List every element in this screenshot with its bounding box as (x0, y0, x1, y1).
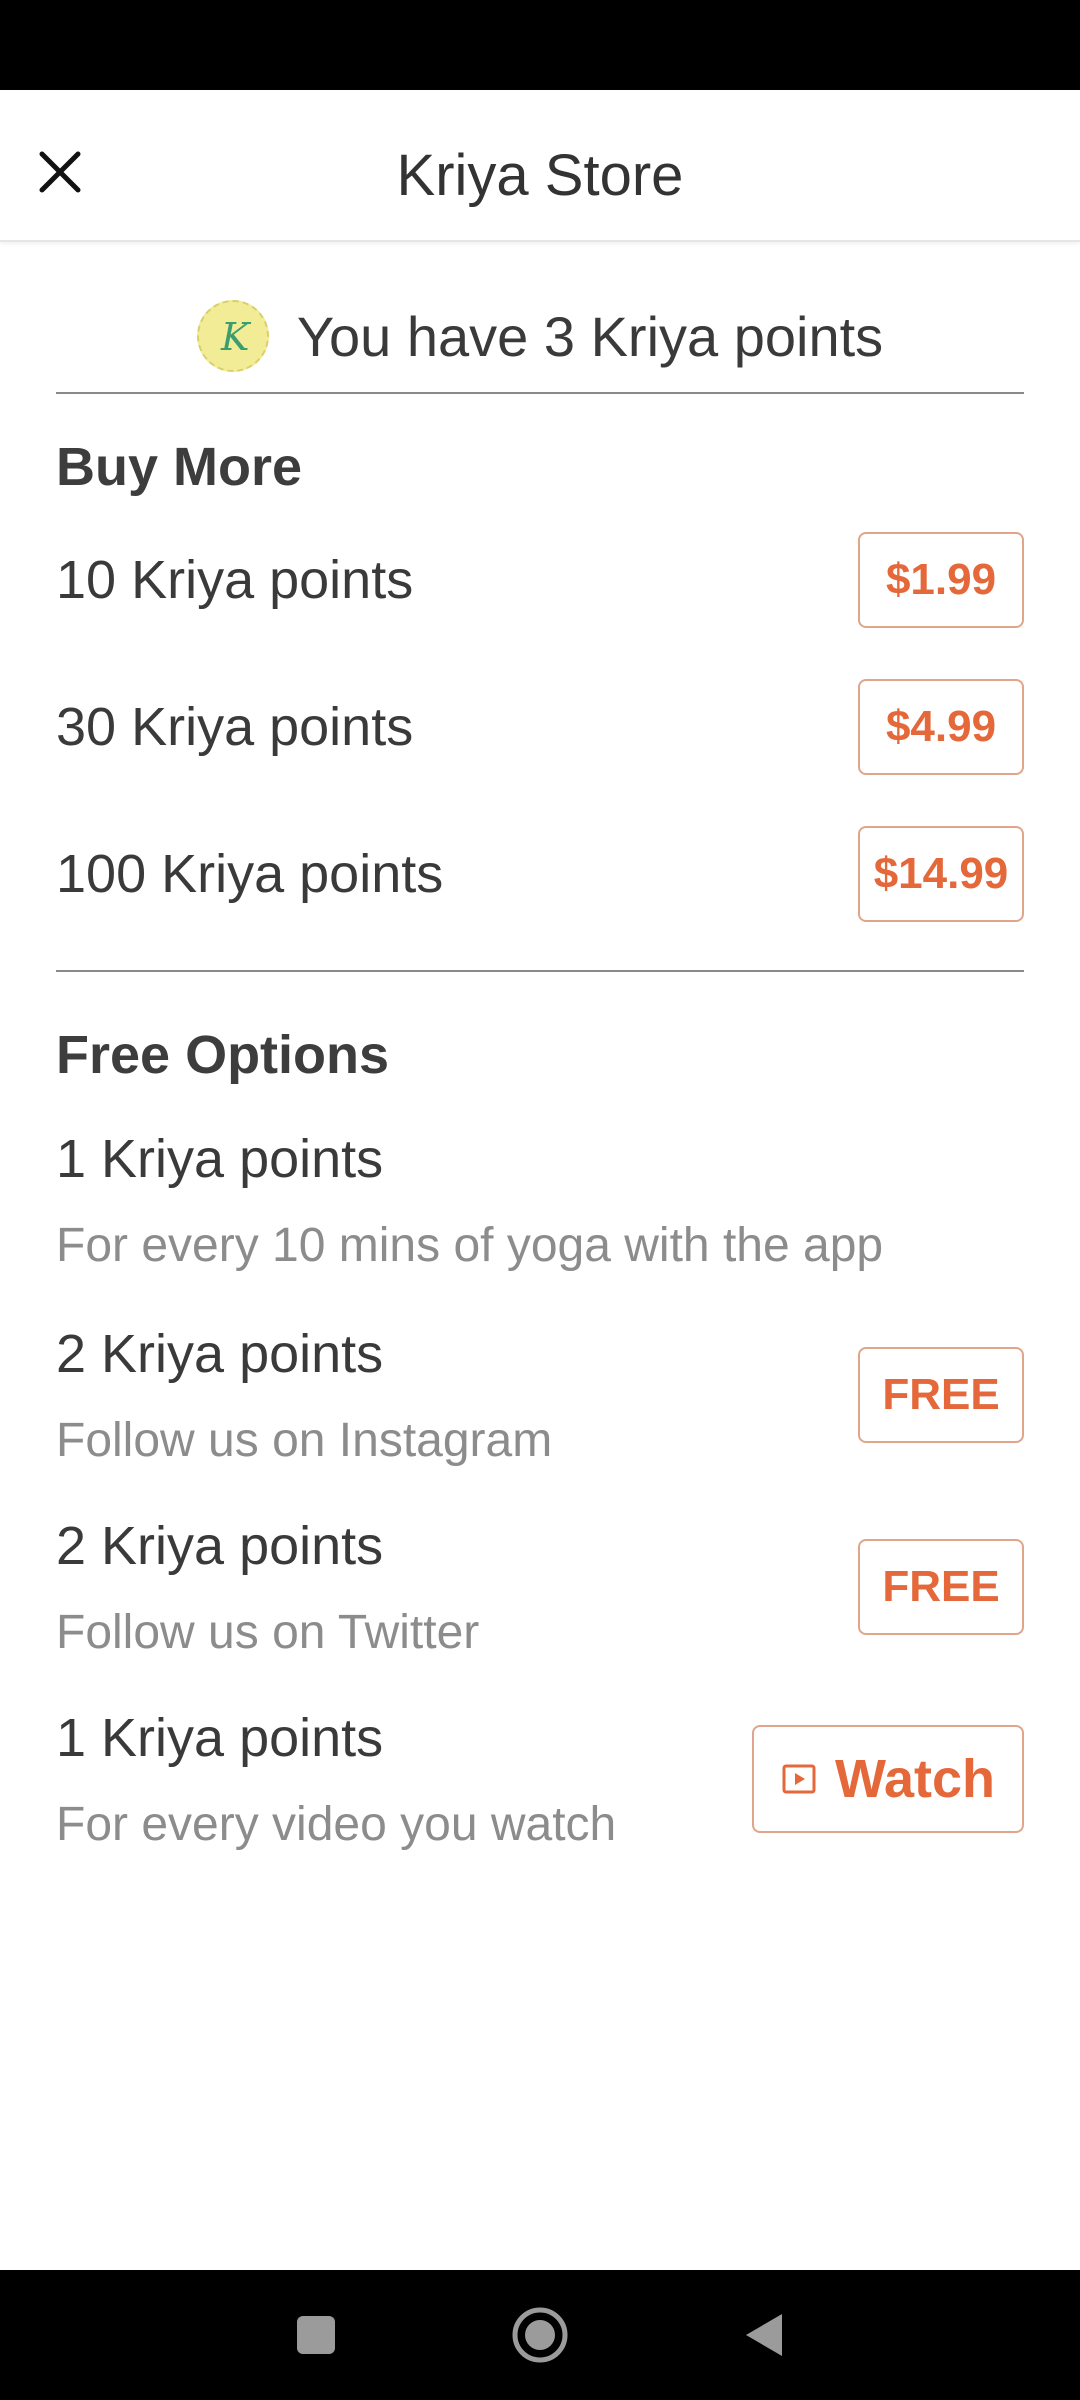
watch-button-label: Watch (835, 1749, 995, 1809)
play-video-icon (782, 1764, 816, 1794)
home-button[interactable] (508, 2303, 572, 2367)
free-option-label: 1 Kriya points (56, 1129, 384, 1189)
price-button-10[interactable]: $1.99 (858, 532, 1024, 628)
divider (56, 970, 1024, 972)
points-balance: K You have 3 Kriya points (56, 280, 1024, 392)
free-options-title: Free Options (56, 1025, 390, 1085)
buy-more-title: Buy More (56, 437, 303, 497)
kriya-coin-icon: K (196, 300, 269, 372)
instagram-free-button[interactable]: FREE (858, 1347, 1024, 1443)
price-button-30[interactable]: $4.99 (858, 679, 1024, 775)
back-button[interactable] (732, 2303, 796, 2367)
free-option-subtitle: Follow us on Twitter (56, 1605, 480, 1659)
system-nav-bar (0, 2270, 1080, 2400)
page-title: Kriya Store (396, 143, 684, 208)
app-bar: Kriya Store (0, 90, 1080, 242)
free-option-subtitle: Follow us on Instagram (56, 1413, 553, 1467)
twitter-free-button[interactable]: FREE (858, 1539, 1024, 1635)
buy-row: 10 Kriya points $1.99 (56, 530, 1024, 630)
free-option-row: 1 Kriya points For every video you watch… (56, 1704, 1024, 1854)
recents-button[interactable] (284, 2303, 348, 2367)
buy-row-label: 10 Kriya points (56, 550, 414, 610)
free-option-subtitle: For every 10 mins of yoga with the app (56, 1219, 884, 1272)
buy-row: 30 Kriya points $4.99 (56, 677, 1024, 777)
balance-text: You have 3 Kriya points (296, 304, 884, 368)
free-option-row: 2 Kriya points Follow us on Twitter FREE (56, 1512, 1024, 1662)
free-option-row: 1 Kriya points For every 10 mins of yoga… (56, 1128, 1024, 1278)
price-button-100[interactable]: $14.99 (858, 826, 1024, 922)
free-option-label: 2 Kriya points (56, 1515, 384, 1576)
buy-row-label: 100 Kriya points (56, 844, 444, 904)
status-bar (0, 0, 1080, 90)
back-icon (746, 2314, 782, 2356)
recents-icon (297, 2316, 335, 2354)
home-icon (512, 2307, 568, 2363)
divider (56, 392, 1024, 394)
free-option-label: 1 Kriya points (56, 1707, 384, 1768)
buy-row: 100 Kriya points $14.99 (56, 824, 1024, 924)
free-option-label: 2 Kriya points (56, 1323, 384, 1384)
buy-row-label: 30 Kriya points (56, 697, 414, 757)
svg-text:K: K (220, 315, 252, 359)
free-option-row: 2 Kriya points Follow us on Instagram FR… (56, 1320, 1024, 1470)
free-option-subtitle: For every video you watch (56, 1797, 617, 1851)
watch-button[interactable]: Watch (752, 1725, 1024, 1833)
